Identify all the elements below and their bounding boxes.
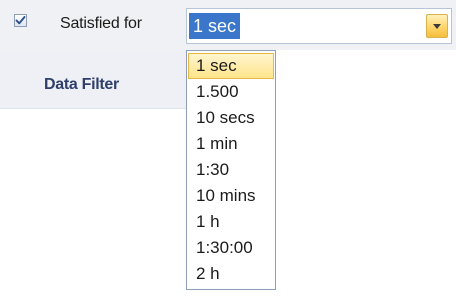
combo-selected-value[interactable]: 1 sec [189, 13, 241, 39]
dropdown-option[interactable]: 1.500 [188, 79, 274, 105]
dropdown-option[interactable]: 1:30:00 [188, 235, 274, 261]
dropdown-list: 1 sec 1.500 10 secs 1 min 1:30 10 mins 1 h 1:30… [186, 50, 276, 290]
chevron-down-icon [433, 24, 441, 29]
dropdown-option[interactable]: 1 min [188, 131, 274, 157]
dropdown-option[interactable]: 10 mins [188, 183, 274, 209]
dropdown-option[interactable]: 2 h [188, 261, 274, 287]
dropdown-option[interactable]: 1 sec [188, 53, 274, 79]
dropdown-option[interactable]: 1:30 [188, 157, 274, 183]
satisfied-for-label: Satisfied for [60, 15, 142, 32]
check-icon [15, 16, 26, 25]
satisfied-for-combobox[interactable]: 1 sec [186, 8, 452, 44]
satisfied-for-checkbox[interactable] [14, 14, 27, 27]
dropdown-options: 1 sec 1.500 10 secs 1 min 1:30 10 mins 1 h 1:30… [188, 53, 274, 287]
tab-data-filter[interactable]: Data Filter [44, 75, 119, 95]
dropdown-option[interactable]: 1 h [188, 209, 274, 235]
dropdown-option[interactable]: 10 secs [188, 105, 274, 131]
dropdown-button[interactable] [426, 14, 448, 38]
